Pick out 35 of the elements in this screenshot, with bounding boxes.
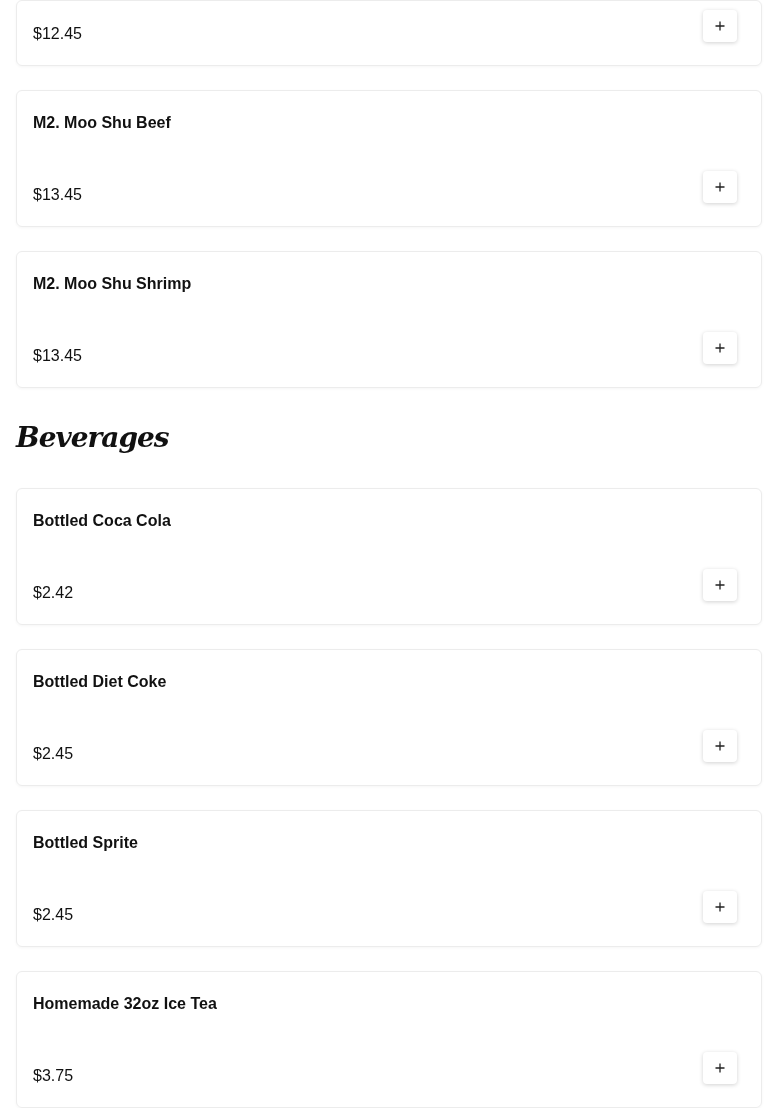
item-price: $3.75 <box>33 1066 74 1086</box>
plus-icon <box>715 182 725 192</box>
add-button[interactable] <box>703 10 737 42</box>
menu-item-card[interactable]: Homemade 32oz Ice Tea $3.75 <box>16 971 762 1108</box>
plus-icon <box>715 21 725 31</box>
plus-icon <box>715 1063 725 1073</box>
add-button[interactable] <box>703 332 737 364</box>
menu-item-card[interactable]: Bottled Sprite $2.45 <box>16 810 762 947</box>
item-name: Bottled Diet Coke <box>33 672 168 692</box>
menu-item-card[interactable]: $12.45 <box>16 0 762 66</box>
menu-item-card[interactable]: M2. Moo Shu Shrimp $13.45 <box>16 251 762 388</box>
menu-item-card[interactable]: Bottled Diet Coke $2.45 <box>16 649 762 786</box>
add-button[interactable] <box>703 730 737 762</box>
plus-icon <box>715 343 725 353</box>
item-name: M2. Moo Shu Beef <box>33 113 172 133</box>
item-name: Homemade 32oz Ice Tea <box>33 994 218 1014</box>
plus-icon <box>715 741 725 751</box>
menu-item-card[interactable]: M2. Moo Shu Beef $13.45 <box>16 90 762 227</box>
add-button[interactable] <box>703 891 737 923</box>
plus-icon <box>715 580 725 590</box>
item-name: Bottled Coca Cola <box>33 511 172 531</box>
item-price: $12.45 <box>33 24 82 44</box>
item-price: $13.45 <box>33 185 82 205</box>
item-price: $13.45 <box>33 346 82 366</box>
section-heading: Beverages <box>16 420 170 456</box>
add-button[interactable] <box>703 171 737 203</box>
plus-icon <box>715 902 725 912</box>
add-button[interactable] <box>703 1052 737 1084</box>
item-price: $2.42 <box>33 583 74 603</box>
item-name: Bottled Sprite <box>33 833 139 853</box>
item-price: $2.45 <box>33 905 74 925</box>
add-button[interactable] <box>703 569 737 601</box>
menu-item-card[interactable]: Bottled Coca Cola $2.42 <box>16 488 762 625</box>
item-price: $2.45 <box>33 744 74 764</box>
item-name: M2. Moo Shu Shrimp <box>33 274 193 294</box>
